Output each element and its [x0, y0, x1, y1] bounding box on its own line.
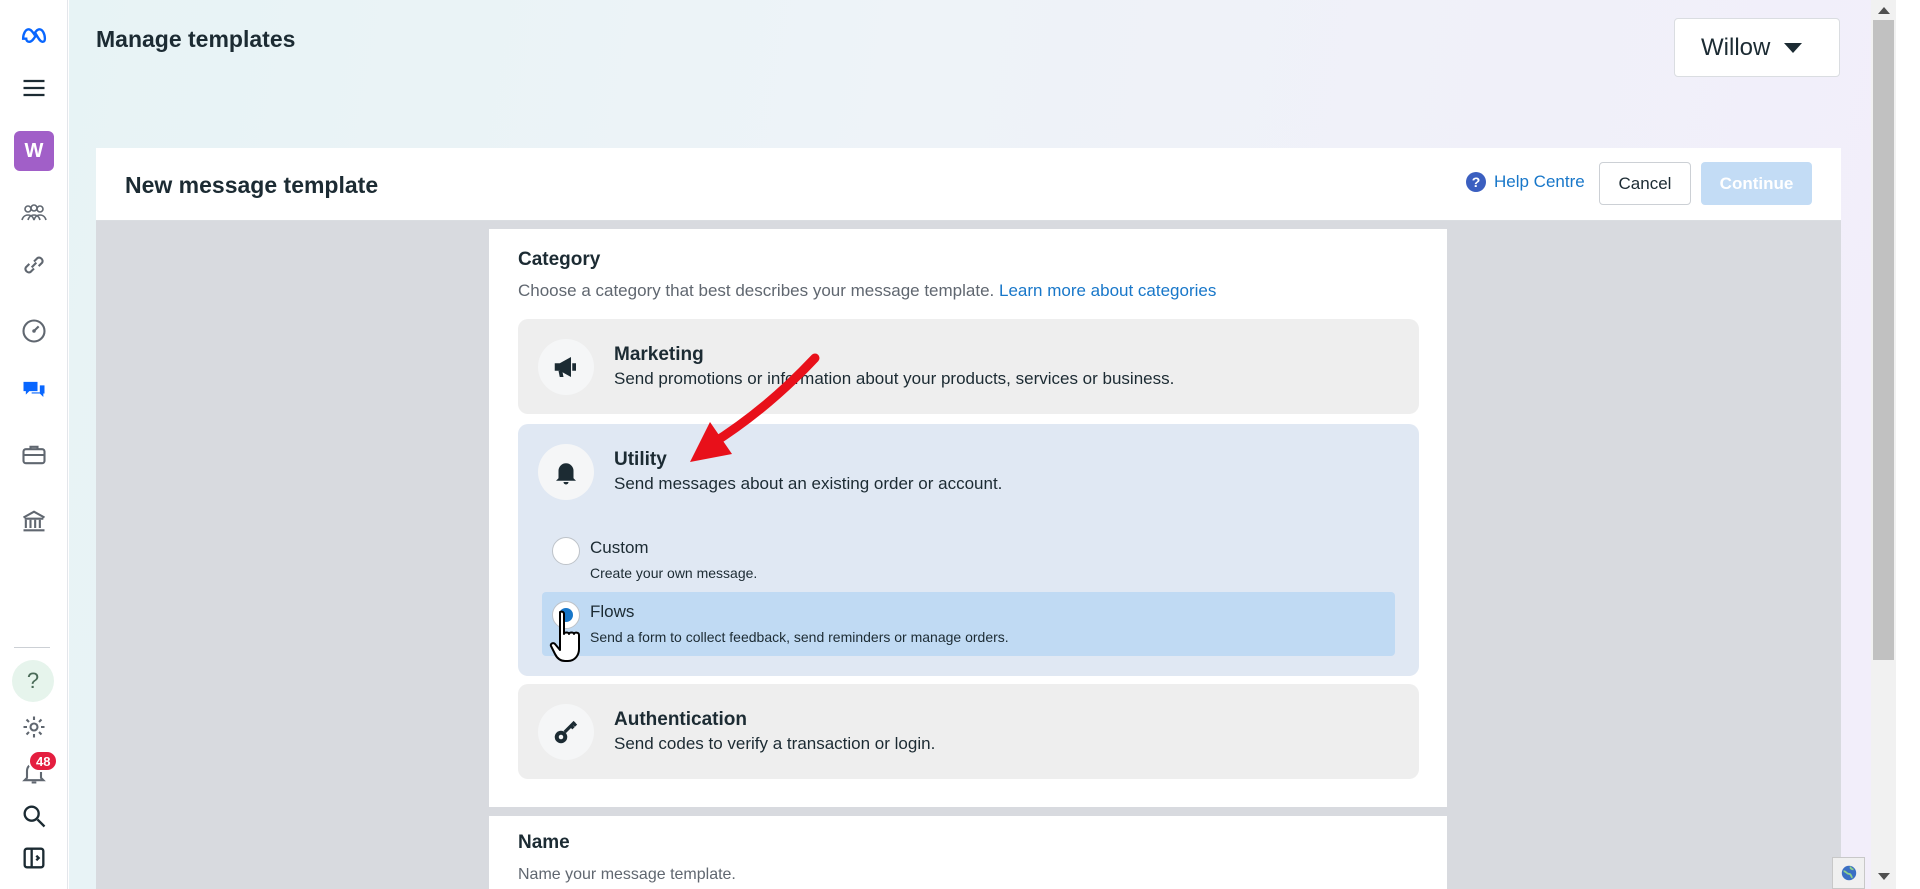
learn-more-link[interactable]: Learn more about categories: [999, 281, 1216, 300]
option-title: Authentication: [614, 709, 747, 730]
help-centre-label: Help Centre: [1494, 172, 1585, 191]
globe-icon[interactable]: [1832, 857, 1865, 889]
help-icon[interactable]: ?: [12, 660, 54, 702]
scroll-up-icon[interactable]: [1878, 7, 1890, 14]
option-desc: Send promotions or information about you…: [614, 369, 1175, 388]
scrollbar-thumb[interactable]: [1873, 20, 1894, 660]
search-icon[interactable]: [14, 796, 54, 836]
category-subtitle: Choose a category that best describes yo…: [518, 281, 1217, 300]
vertical-scrollbar[interactable]: [1871, 0, 1896, 889]
key-icon: [538, 704, 594, 760]
settings-gear-icon[interactable]: [14, 707, 54, 747]
scroll-down-icon[interactable]: [1878, 873, 1890, 880]
name-placeholder-hint: Name your message template.: [518, 866, 736, 883]
dashboard-gauge-icon[interactable]: [14, 311, 54, 351]
name-section: Name Name your message template.: [489, 816, 1447, 889]
new-template-card: New message template ? Help Centre Cance…: [96, 148, 1841, 889]
category-section: Category Choose a category that best des…: [489, 229, 1447, 807]
bank-icon[interactable]: [14, 501, 54, 541]
main-area: Manage templates Willow New message temp…: [69, 0, 1871, 889]
continue-button[interactable]: Continue: [1701, 162, 1812, 205]
custom-radio[interactable]: [552, 537, 580, 565]
category-option-marketing[interactable]: Marketing Send promotions or information…: [518, 319, 1419, 414]
cancel-button[interactable]: Cancel: [1599, 162, 1691, 205]
chevron-down-icon: [1784, 42, 1803, 53]
category-option-utility[interactable]: Utility Send messages about an existing …: [518, 424, 1419, 676]
utility-sub-option-custom[interactable]: Custom Create your own message.: [542, 528, 1395, 592]
workspace-avatar[interactable]: W: [14, 131, 54, 171]
account-name: Willow: [1701, 33, 1771, 61]
sub-option-desc: Send a form to collect feedback, send re…: [590, 629, 1009, 645]
bell-icon: [538, 444, 594, 500]
sidebar-toggle-icon[interactable]: [14, 838, 54, 878]
option-title: Utility: [614, 449, 667, 470]
card-header: New message template ? Help Centre Cance…: [96, 148, 1841, 221]
megaphone-icon: [538, 339, 594, 395]
notification-count-badge: 48: [28, 750, 59, 772]
left-nav-rail: W ? 48: [0, 0, 68, 889]
option-desc: Send messages about an existing order or…: [614, 474, 1003, 493]
account-selector[interactable]: Willow: [1674, 18, 1840, 77]
help-centre-link[interactable]: ? Help Centre: [1466, 172, 1585, 192]
name-title: Name: [518, 832, 570, 853]
card-title: New message template: [125, 172, 379, 198]
utility-sub-option-flows[interactable]: Flows Send a form to collect feedback, s…: [542, 592, 1395, 656]
messages-icon[interactable]: [14, 370, 54, 410]
meta-logo-icon[interactable]: [14, 14, 54, 54]
option-desc: Send codes to verify a transaction or lo…: [614, 734, 936, 753]
menu-icon[interactable]: [14, 68, 54, 108]
category-title: Category: [518, 249, 601, 270]
people-icon[interactable]: [14, 193, 54, 233]
page-title: Manage templates: [96, 26, 296, 52]
option-title: Marketing: [614, 344, 704, 365]
rail-divider: [14, 647, 50, 648]
category-option-authentication[interactable]: Authentication Send codes to verify a tr…: [518, 684, 1419, 779]
briefcase-icon[interactable]: [14, 435, 54, 475]
sub-option-label: Flows: [590, 602, 635, 621]
sub-option-label: Custom: [590, 538, 649, 557]
flows-radio[interactable]: [552, 601, 580, 629]
sub-option-desc: Create your own message.: [590, 565, 758, 581]
link-icon[interactable]: [14, 245, 54, 285]
question-icon: ?: [1466, 172, 1486, 192]
